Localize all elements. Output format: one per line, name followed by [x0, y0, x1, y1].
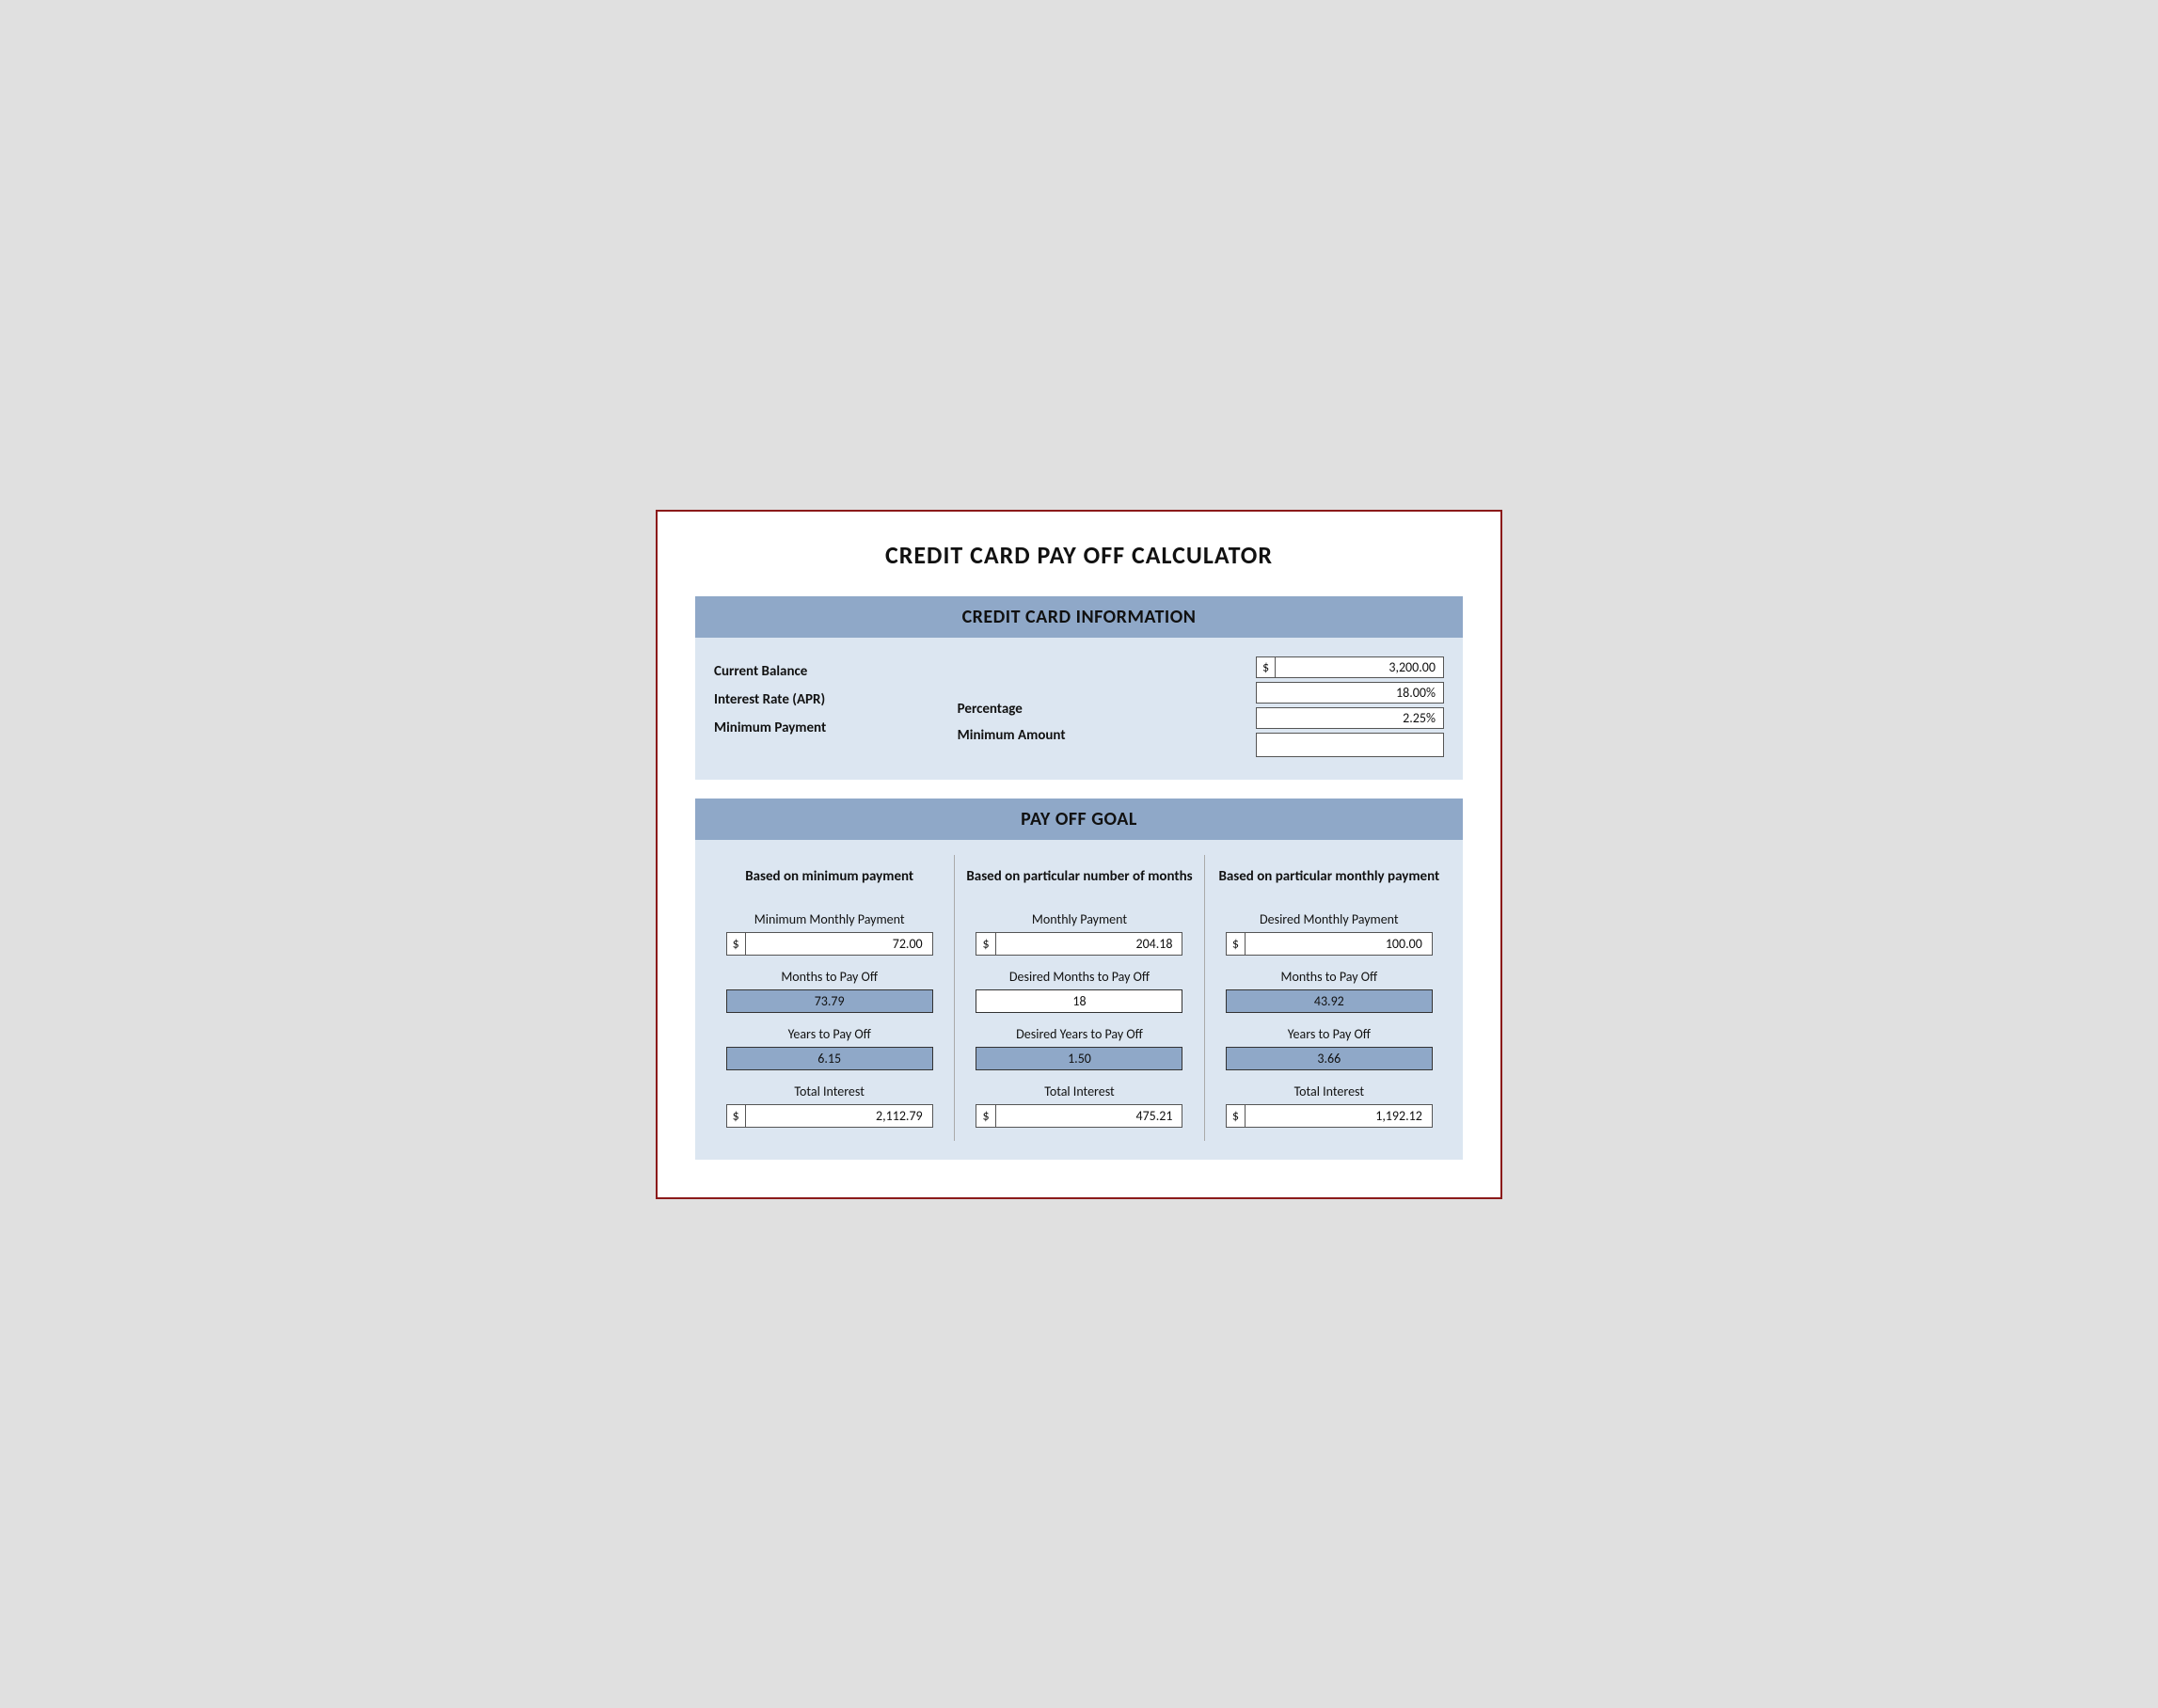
col1-monthly-payment-value: 72.00	[746, 933, 932, 955]
payoff-header: PAY OFF GOAL	[695, 799, 1463, 840]
col1-field1-label: Minimum Monthly Payment	[754, 911, 905, 927]
percentage-label: Percentage	[958, 698, 1201, 720]
col2-interest-value: 475.21	[996, 1105, 1182, 1127]
col3-years-result: 3.66	[1226, 1047, 1433, 1070]
col1-months-result: 73.79	[726, 989, 933, 1013]
col1-field3-label: Years to Pay Off	[788, 1026, 871, 1042]
minimum-amount-label: Minimum Amount	[958, 724, 1201, 747]
col2-field4-label: Total Interest	[1044, 1083, 1115, 1099]
calculator-container: CREDIT CARD PAY OFF CALCULATOR CREDIT CA…	[656, 510, 1502, 1199]
col3-monthly-payment-input[interactable]: $ 100.00	[1226, 932, 1433, 956]
cc-inputs: $ 3,200.00 18.00% 2.25%	[1200, 656, 1444, 757]
col3-field2-label: Months to Pay Off	[1280, 969, 1377, 985]
cc-info-grid: Current Balance Interest Rate (APR) Mini…	[714, 656, 1444, 757]
col1-interest-value: 2,112.79	[746, 1105, 932, 1127]
col1-field4-label: Total Interest	[794, 1083, 865, 1099]
payoff-col-1: Based on minimum payment Minimum Monthly…	[705, 855, 954, 1141]
col2-dollar-4: $	[976, 1105, 995, 1127]
payoff-cols: Based on minimum payment Minimum Monthly…	[695, 840, 1463, 1160]
minimum-payment-label: Minimum Payment	[714, 717, 958, 739]
min-payment-pct-value: 2.25%	[1257, 708, 1443, 728]
current-balance-input[interactable]: $ 3,200.00	[1256, 656, 1444, 678]
cc-sublabels: Percentage Minimum Amount	[958, 656, 1201, 747]
col1-dollar-4: $	[727, 1105, 746, 1127]
col3-title: Based on particular monthly payment	[1218, 855, 1439, 898]
col2-field3-label: Desired Years to Pay Off	[1016, 1026, 1143, 1042]
cc-labels: Current Balance Interest Rate (APR) Mini…	[714, 656, 958, 739]
col1-interest-input: $ 2,112.79	[726, 1104, 933, 1128]
col2-field1-label: Monthly Payment	[1032, 911, 1127, 927]
interest-rate-input[interactable]: 18.00%	[1256, 682, 1444, 704]
interest-rate-value: 18.00%	[1257, 683, 1443, 703]
col3-dollar-4: $	[1227, 1105, 1246, 1127]
col2-field2-label: Desired Months to Pay Off	[1009, 969, 1150, 985]
col2-title: Based on particular number of months	[966, 855, 1192, 898]
payoff-col-3: Based on particular monthly payment Desi…	[1204, 855, 1453, 1141]
current-balance-value: 3,200.00	[1276, 657, 1443, 677]
col3-months-result: 43.92	[1226, 989, 1433, 1013]
col2-monthly-payment-input: $ 204.18	[976, 932, 1182, 956]
col2-dollar-1: $	[976, 933, 995, 955]
dollar-sign-1: $	[1257, 657, 1276, 677]
col3-monthly-payment-value: 100.00	[1246, 933, 1432, 955]
col3-dollar-1: $	[1227, 933, 1246, 955]
current-balance-label: Current Balance	[714, 660, 958, 683]
col3-interest-value: 1,192.12	[1246, 1105, 1432, 1127]
col1-monthly-payment-input[interactable]: $ 72.00	[726, 932, 933, 956]
payoff-col-2: Based on particular number of months Mon…	[954, 855, 1203, 1141]
col1-field2-label: Months to Pay Off	[781, 969, 878, 985]
col2-years-result: 1.50	[976, 1047, 1182, 1070]
cc-info-section: Current Balance Interest Rate (APR) Mini…	[695, 638, 1463, 780]
payoff-section: Based on minimum payment Minimum Monthly…	[695, 840, 1463, 1160]
col1-years-result: 6.15	[726, 1047, 933, 1070]
col3-interest-input: $ 1,192.12	[1226, 1104, 1433, 1128]
col3-field4-label: Total Interest	[1294, 1083, 1365, 1099]
col3-field3-label: Years to Pay Off	[1288, 1026, 1371, 1042]
min-payment-amount-input[interactable]	[1256, 733, 1444, 757]
col1-title: Based on minimum payment	[745, 855, 913, 898]
main-title: CREDIT CARD PAY OFF CALCULATOR	[695, 540, 1463, 570]
col2-months-result[interactable]: 18	[976, 989, 1182, 1013]
col1-dollar-1: $	[727, 933, 746, 955]
interest-rate-label: Interest Rate (APR)	[714, 688, 958, 711]
col2-monthly-payment-value: 204.18	[996, 933, 1182, 955]
min-payment-pct-input[interactable]: 2.25%	[1256, 707, 1444, 729]
col3-field1-label: Desired Monthly Payment	[1260, 911, 1399, 927]
cc-info-header: CREDIT CARD INFORMATION	[695, 596, 1463, 638]
col2-interest-input: $ 475.21	[976, 1104, 1182, 1128]
